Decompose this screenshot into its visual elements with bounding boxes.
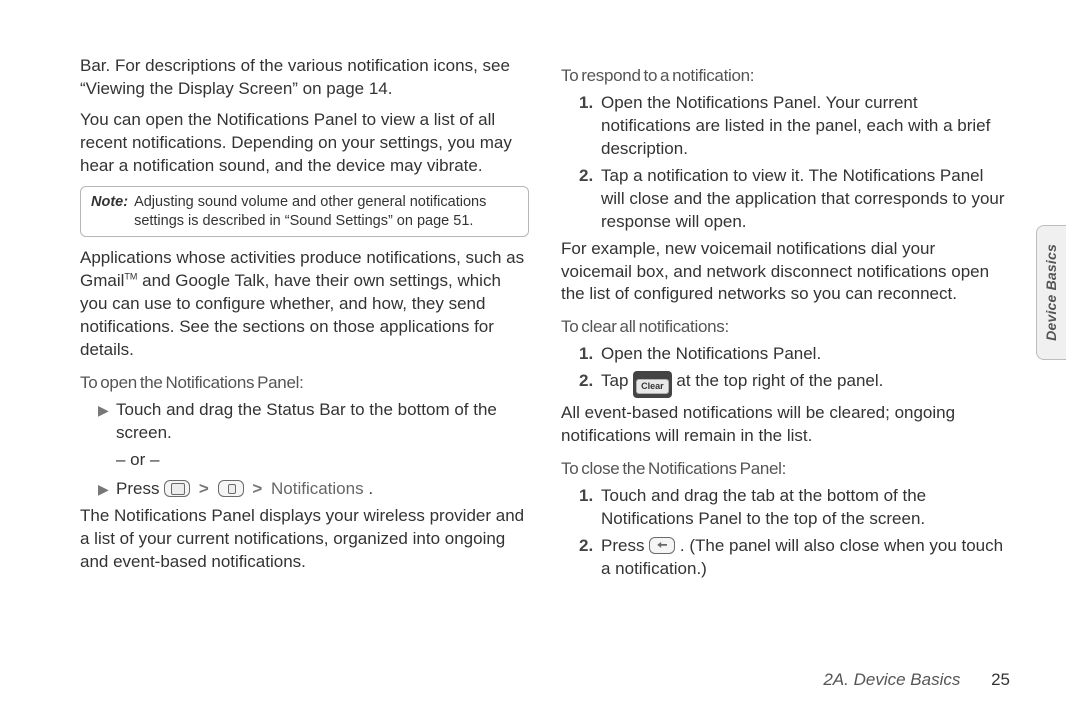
- body-fragment: .: [368, 479, 373, 498]
- list-item: 1. Touch and drag the tab at the bottom …: [579, 485, 1010, 531]
- sub-heading: To respond to a notification:: [561, 65, 1010, 88]
- bullet-text: Press > > Notifications .: [116, 478, 529, 501]
- page-columns: Bar. For descriptions of the various not…: [80, 55, 1010, 585]
- back-key-icon: [649, 537, 675, 554]
- list-number: 2.: [579, 535, 601, 581]
- body-fragment: at the top right of the panel.: [676, 371, 883, 390]
- body-text: All event-based notifications will be cl…: [561, 402, 1010, 448]
- footer-page-number: 25: [991, 670, 1010, 689]
- footer-section: 2A. Device Basics: [823, 670, 960, 689]
- list-text: Open the Notifications Panel.: [601, 343, 1010, 366]
- note-text: Adjusting sound volume and other general…: [134, 193, 518, 231]
- list-text: Tap a notification to view it. The Notif…: [601, 165, 1010, 234]
- clear-button-icon: Clear: [633, 371, 672, 398]
- list-text: Open the Notifications Panel. Your curre…: [601, 92, 1010, 161]
- list-number: 2.: [579, 370, 601, 398]
- or-separator: – or –: [116, 449, 529, 472]
- menu-key-icon: [218, 480, 244, 497]
- section-tab-label: Device Basics: [1042, 244, 1061, 341]
- bullet-marker-icon: ▶: [98, 478, 116, 501]
- section-tab: Device Basics: [1036, 225, 1066, 360]
- list-item: 1. Open the Notifications Panel.: [579, 343, 1010, 366]
- list-text: Tap Clear at the top right of the panel.: [601, 370, 1010, 398]
- page-footer: 2A. Device Basics 25: [823, 669, 1010, 692]
- bullet-marker-icon: ▶: [98, 399, 116, 445]
- body-text: Applications whose activities produce no…: [80, 247, 529, 362]
- gt-icon: >: [195, 479, 213, 498]
- list-number: 1.: [579, 343, 601, 366]
- body-text: For example, new voicemail notifications…: [561, 238, 1010, 307]
- body-fragment: Press: [601, 536, 649, 555]
- body-fragment: Tap: [601, 371, 633, 390]
- sub-heading: To clear all notifications:: [561, 316, 1010, 339]
- body-text: You can open the Notifications Panel to …: [80, 109, 529, 178]
- body-text: Bar. For descriptions of the various not…: [80, 55, 529, 101]
- trademark-icon: TM: [124, 272, 137, 282]
- sub-heading: To close the Notifications Panel:: [561, 458, 1010, 481]
- note-box: Note: Adjusting sound volume and other g…: [80, 186, 529, 238]
- list-number: 1.: [579, 485, 601, 531]
- clear-label: Clear: [636, 379, 669, 394]
- list-number: 2.: [579, 165, 601, 234]
- list-text: Touch and drag the tab at the bottom of …: [601, 485, 1010, 531]
- bullet-item: ▶ Press > > Notifications .: [98, 478, 529, 501]
- list-text: Press . (The panel will also close when …: [601, 535, 1010, 581]
- list-item: 2. Press . (The panel will also close wh…: [579, 535, 1010, 581]
- list-number: 1.: [579, 92, 601, 161]
- bullet-item: ▶ Touch and drag the Status Bar to the b…: [98, 399, 529, 445]
- right-column: To respond to a notification: 1. Open th…: [561, 55, 1010, 585]
- list-item: 2. Tap Clear at the top right of the pan…: [579, 370, 1010, 398]
- body-fragment: Press: [116, 479, 164, 498]
- sub-heading: To open the Notifications Panel:: [80, 372, 529, 395]
- body-fragment: Notifications: [271, 479, 364, 498]
- gt-icon: >: [248, 479, 266, 498]
- body-fragment: and Google Talk, have their own settings…: [80, 271, 501, 359]
- home-key-icon: [164, 480, 190, 497]
- list-item: 1. Open the Notifications Panel. Your cu…: [579, 92, 1010, 161]
- bullet-text: Touch and drag the Status Bar to the bot…: [116, 399, 529, 445]
- left-column: Bar. For descriptions of the various not…: [80, 55, 529, 585]
- list-item: 2. Tap a notification to view it. The No…: [579, 165, 1010, 234]
- body-text: The Notifications Panel displays your wi…: [80, 505, 529, 574]
- note-label: Note:: [91, 193, 128, 231]
